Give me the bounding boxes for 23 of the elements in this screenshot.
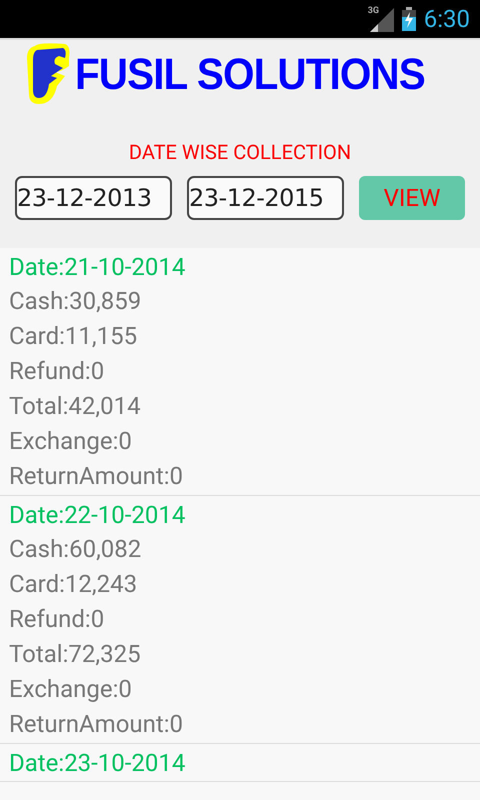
collection-amount: ReturnAmount:0 (9, 461, 184, 492)
collection-amount: ReturnAmount:0 (9, 709, 184, 740)
clock-time: 6:30 (424, 5, 470, 33)
brand-title: FUSIL SOLUTIONS (74, 50, 425, 100)
collection-amount: Refund:0 (9, 356, 106, 387)
collection-amount: Card:11,155 (9, 321, 138, 352)
collection-amount: Cash:30,859 (9, 286, 142, 317)
to-date-field[interactable]: 23-12-2015 (187, 176, 344, 220)
signal-icon (368, 6, 394, 32)
collection-date: Date:22-10-2014 (9, 500, 186, 531)
from-date-field[interactable]: 23-12-2013 (15, 176, 172, 220)
collection-amount: Total:42,014 (9, 391, 142, 422)
battery-icon (402, 7, 416, 31)
collection-amount: Card:12,243 (9, 569, 138, 600)
collection-amount: Refund:0 (9, 604, 106, 635)
section-title: DATE WISE COLLECTION (128, 139, 352, 166)
network-type: 3G (368, 6, 380, 16)
collection-amount: Exchange:0 (9, 426, 133, 457)
collection-date: Date:21-10-2014 (9, 252, 186, 283)
collection-amount: Total:72,325 (9, 639, 142, 670)
collection-date: Date:23-10-2014 (9, 748, 186, 779)
collection-amount: Exchange:0 (9, 674, 133, 705)
collection-amount: Cash:60,082 (9, 534, 142, 565)
